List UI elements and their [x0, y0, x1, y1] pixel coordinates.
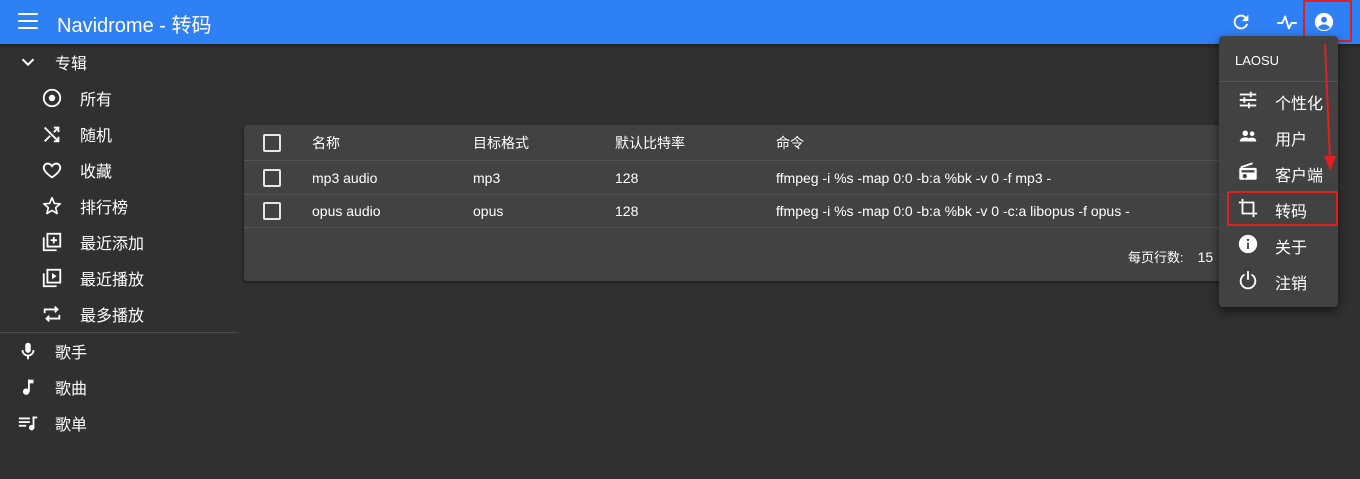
sidebar-item-label: 最近添加 — [80, 236, 145, 253]
cell-command: ffmpeg -i %s -map 0:0 -b:a %bk -v 0 -f m… — [776, 170, 1052, 186]
sidebar-item-label: 最近播放 — [80, 272, 145, 289]
table-row[interactable]: mp3 audio mp3 128 ffmpeg -i %s -map 0:0 … — [244, 162, 1244, 195]
sidebar-item-label: 所有 — [80, 92, 113, 109]
sidebar-item-label: 收藏 — [80, 164, 113, 181]
queue-music-icon — [16, 411, 40, 435]
sidebar-item-label: 歌单 — [55, 417, 88, 434]
menu-item-about[interactable]: 关于 — [1219, 226, 1338, 262]
menu-icon[interactable] — [18, 13, 38, 31]
sidebar-item-label: 排行榜 — [80, 200, 129, 217]
heart-icon — [40, 158, 64, 182]
column-header-bitrate[interactable]: 默认比特率 — [615, 133, 685, 153]
transcoding-table: 名称 目标格式 默认比特率 命令 mp3 audio mp3 128 ffmpe… — [244, 125, 1244, 281]
radio-icon — [1236, 160, 1260, 184]
sidebar-item-recently-added[interactable]: 最近添加 — [0, 224, 239, 260]
mic-icon — [16, 339, 40, 363]
row-checkbox[interactable] — [263, 202, 281, 220]
album-icon — [40, 86, 64, 110]
table-header: 名称 目标格式 默认比特率 命令 — [244, 125, 1244, 161]
cell-format: mp3 — [473, 170, 501, 186]
people-icon — [1236, 124, 1260, 148]
page-title: Navidrome - 转码 — [57, 15, 212, 37]
cell-bitrate: 128 — [615, 203, 639, 219]
column-header-command[interactable]: 命令 — [776, 133, 804, 153]
music-note-icon — [16, 375, 40, 399]
sidebar-item-all[interactable]: 所有 — [0, 80, 239, 116]
table-row[interactable]: opus audio opus 128 ffmpeg -i %s -map 0:… — [244, 195, 1244, 228]
column-header-format[interactable]: 目标格式 — [473, 133, 529, 153]
sidebar-item-label: 最多播放 — [80, 308, 145, 325]
sidebar-item-most-played[interactable]: 最多播放 — [0, 296, 239, 332]
account-circle-icon[interactable] — [1310, 8, 1338, 36]
sidebar-item-albums[interactable]: 专辑 — [0, 44, 239, 80]
menu-item-label: 个性化 — [1275, 96, 1324, 113]
menu-item-players[interactable]: 客户端 — [1219, 154, 1338, 190]
cell-command: ffmpeg -i %s -map 0:0 -b:a %bk -v 0 -c:a… — [776, 203, 1130, 219]
library-add-icon — [40, 230, 64, 254]
row-checkbox[interactable] — [263, 169, 281, 187]
power-icon — [1236, 268, 1260, 292]
sidebar-item-songs[interactable]: 歌曲 — [0, 369, 239, 405]
menu-item-users[interactable]: 用户 — [1219, 118, 1338, 154]
user-menu: LAOSU 个性化 用户 客户端 转码 关于 注销 — [1219, 36, 1338, 307]
crop-icon — [1236, 196, 1260, 220]
menu-item-label: 客户端 — [1275, 168, 1324, 185]
sidebar-item-playlists[interactable]: 歌单 — [0, 405, 239, 441]
shuffle-icon — [40, 122, 64, 146]
sidebar-item-label: 专辑 — [55, 56, 88, 73]
chevron-down-icon — [16, 50, 40, 74]
app-bar: Navidrome - 转码 — [0, 0, 1360, 44]
refresh-icon[interactable] — [1227, 8, 1255, 36]
star-icon — [40, 194, 64, 218]
menu-item-label: 用户 — [1275, 132, 1308, 149]
sidebar-item-recently-played[interactable]: 最近播放 — [0, 260, 239, 296]
cell-name: mp3 audio — [312, 170, 378, 186]
sidebar-item-favorites[interactable]: 收藏 — [0, 152, 239, 188]
pagination: 每页行数: 15 — [1128, 247, 1213, 266]
column-header-name[interactable]: 名称 — [312, 133, 340, 153]
cell-bitrate: 128 — [615, 170, 639, 186]
menu-item-label: 关于 — [1275, 240, 1308, 257]
rows-per-page-label: 每页行数: — [1128, 250, 1184, 265]
cell-name: opus audio — [312, 203, 381, 219]
menu-item-label: 转码 — [1275, 204, 1308, 221]
sidebar-item-random[interactable]: 随机 — [0, 116, 239, 152]
sidebar-item-label: 随机 — [80, 128, 113, 145]
menu-item-transcoding[interactable]: 转码 — [1219, 190, 1338, 226]
cell-format: opus — [473, 203, 504, 219]
sidebar-item-top-rated[interactable]: 排行榜 — [0, 188, 239, 224]
rows-per-page-select[interactable]: 15 — [1198, 249, 1214, 265]
sidebar: 专辑 所有 随机 收藏 排行榜 最近添加 最近播放 最多播放 歌手 歌曲 歌单 — [0, 44, 239, 441]
sidebar-item-label: 歌曲 — [55, 381, 88, 398]
tune-icon — [1236, 88, 1260, 112]
select-all-checkbox[interactable] — [263, 133, 281, 152]
menu-username: LAOSU — [1235, 53, 1280, 68]
activity-icon[interactable] — [1273, 8, 1301, 36]
menu-item-label: 注销 — [1275, 276, 1308, 293]
menu-item-logout[interactable]: 注销 — [1219, 262, 1338, 298]
sidebar-item-artists[interactable]: 歌手 — [0, 333, 239, 369]
sidebar-item-label: 歌手 — [55, 345, 88, 362]
menu-item-personal[interactable]: 个性化 — [1219, 82, 1338, 118]
info-icon — [1236, 232, 1260, 256]
video-library-icon — [40, 266, 64, 290]
repeat-icon — [40, 302, 64, 326]
